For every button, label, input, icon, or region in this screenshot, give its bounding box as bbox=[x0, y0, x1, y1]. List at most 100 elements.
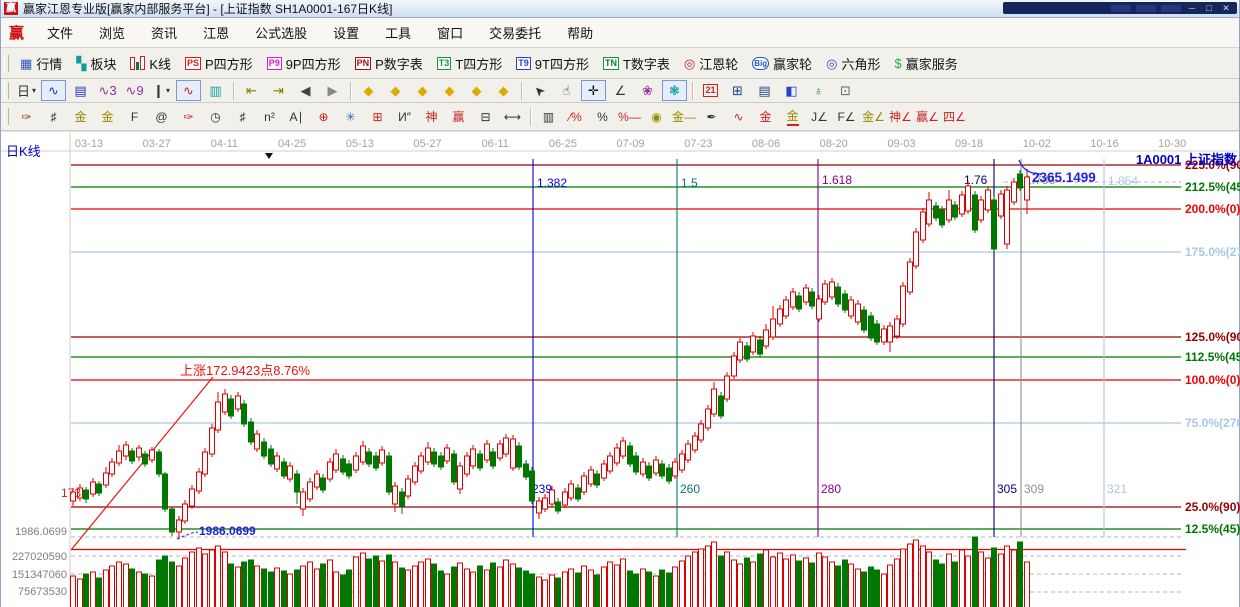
volume-bar[interactable] bbox=[471, 572, 476, 607]
candle[interactable] bbox=[875, 324, 880, 342]
candle[interactable] bbox=[530, 471, 535, 501]
volume-bar[interactable] bbox=[895, 559, 900, 607]
volume-bar[interactable] bbox=[124, 564, 129, 607]
volume-bar[interactable] bbox=[478, 566, 483, 607]
zoom-full-button[interactable]: ◆ bbox=[491, 80, 516, 101]
volume-bar[interactable] bbox=[465, 569, 470, 607]
next-bar-button[interactable]: ▶ bbox=[320, 80, 345, 101]
candle[interactable] bbox=[849, 300, 854, 316]
candle[interactable] bbox=[673, 462, 678, 476]
candle[interactable] bbox=[452, 454, 457, 482]
volume-bar[interactable] bbox=[634, 574, 639, 607]
gold-ruler-b-button[interactable]: 金 bbox=[95, 106, 120, 127]
candle[interactable] bbox=[719, 396, 724, 416]
volume-bar[interactable] bbox=[979, 552, 984, 607]
volume-bar[interactable] bbox=[810, 563, 815, 607]
volume-bar[interactable] bbox=[374, 556, 379, 607]
candle[interactable] bbox=[223, 394, 228, 412]
mirror-a-button[interactable]: A∣ bbox=[284, 106, 309, 127]
chart-area[interactable]: 03-1303-2704-1104-2505-1305-2706-1106-25… bbox=[1, 131, 1239, 607]
candle[interactable] bbox=[784, 300, 789, 316]
volume-bar[interactable] bbox=[84, 574, 89, 607]
kline-style-button[interactable]: 日▾ bbox=[14, 80, 39, 101]
gold-line-button[interactable]: 金― bbox=[671, 106, 697, 127]
volume-bar[interactable] bbox=[458, 563, 463, 607]
candle[interactable] bbox=[374, 456, 379, 468]
volume-bar[interactable] bbox=[177, 566, 182, 607]
j-angle-button[interactable]: J∠ bbox=[807, 106, 832, 127]
percent-button[interactable]: % bbox=[590, 106, 615, 127]
candle[interactable] bbox=[1012, 182, 1017, 202]
menu-item-设置[interactable]: 设置 bbox=[320, 23, 372, 42]
candle[interactable] bbox=[210, 428, 215, 454]
candle[interactable] bbox=[563, 492, 568, 505]
grid-123-button[interactable]: ⊟ bbox=[473, 106, 498, 127]
volume-bar[interactable] bbox=[236, 567, 241, 607]
candle[interactable] bbox=[143, 454, 148, 464]
volume-bar[interactable] bbox=[1025, 562, 1030, 607]
volume-bar[interactable] bbox=[602, 567, 607, 607]
candle[interactable] bbox=[163, 474, 168, 509]
menu-item-公式选股[interactable]: 公式选股 bbox=[242, 23, 320, 42]
candle[interactable] bbox=[406, 479, 411, 496]
candle[interactable] bbox=[960, 195, 965, 214]
minimize-button[interactable]: ─ bbox=[1186, 3, 1198, 13]
wave-brain-button[interactable]: ❃ bbox=[662, 80, 687, 101]
gold-red-line-button[interactable]: 金 bbox=[753, 106, 778, 127]
candle[interactable] bbox=[104, 473, 109, 485]
volume-bar[interactable] bbox=[849, 564, 854, 607]
volume-bar[interactable] bbox=[843, 560, 848, 607]
restore-button[interactable]: □ bbox=[1203, 3, 1215, 13]
9t-square-button[interactable]: T99T四方形 bbox=[509, 54, 596, 73]
scale-ruler-button[interactable]: ▥ bbox=[536, 106, 561, 127]
candle[interactable] bbox=[110, 462, 115, 474]
candle[interactable] bbox=[862, 310, 867, 330]
candle[interactable] bbox=[485, 444, 490, 460]
candle[interactable] bbox=[660, 464, 665, 476]
candle[interactable] bbox=[1005, 190, 1010, 244]
volume-bar[interactable] bbox=[249, 560, 254, 607]
si-angle-button[interactable]: 四∠ bbox=[942, 106, 967, 127]
volume-bar[interactable] bbox=[203, 554, 208, 607]
candle[interactable] bbox=[117, 451, 122, 463]
volume-bar[interactable] bbox=[804, 558, 809, 607]
gold-circle-button[interactable]: ◉ bbox=[644, 106, 669, 127]
candle[interactable] bbox=[615, 448, 620, 463]
candle[interactable] bbox=[569, 484, 574, 498]
volume-bar[interactable] bbox=[719, 556, 724, 607]
spiral-button[interactable]: @ bbox=[149, 106, 174, 127]
volume-bar[interactable] bbox=[836, 566, 841, 607]
candle[interactable] bbox=[432, 452, 437, 464]
gann-flower-button[interactable]: ❀ bbox=[635, 80, 660, 101]
candle-type-button[interactable]: ❙▾ bbox=[149, 80, 174, 101]
volume-bar[interactable] bbox=[771, 557, 776, 607]
p-square-button[interactable]: PSP四方形 bbox=[178, 54, 260, 73]
candle[interactable] bbox=[823, 284, 828, 302]
candle[interactable] bbox=[282, 462, 287, 476]
candle[interactable] bbox=[393, 486, 398, 504]
volume-bar[interactable] bbox=[242, 562, 247, 607]
volume-bar[interactable] bbox=[530, 574, 535, 607]
volume-bar[interactable] bbox=[150, 576, 155, 607]
volume-bar[interactable] bbox=[791, 555, 796, 607]
pct-line-button[interactable]: %― bbox=[617, 106, 642, 127]
candle[interactable] bbox=[216, 402, 221, 430]
volume-bar[interactable] bbox=[262, 569, 267, 607]
candle[interactable] bbox=[328, 462, 333, 479]
volume-bar[interactable] bbox=[621, 559, 626, 607]
gold-angle-button[interactable]: 金∠ bbox=[861, 106, 886, 127]
kline-chart[interactable]: 03-1303-2704-1104-2505-1305-2706-1106-25… bbox=[1, 132, 1240, 607]
volume-bar[interactable] bbox=[170, 562, 175, 607]
candle[interactable] bbox=[582, 476, 587, 492]
volume-bar[interactable] bbox=[712, 542, 717, 607]
candle[interactable] bbox=[732, 356, 737, 376]
volume-bar[interactable] bbox=[537, 577, 542, 607]
bar-ruler-button[interactable]: ♯ bbox=[230, 106, 255, 127]
candle[interactable] bbox=[908, 262, 913, 292]
volume-bar[interactable] bbox=[901, 549, 906, 607]
volume-bar[interactable] bbox=[921, 546, 926, 607]
candle[interactable] bbox=[478, 454, 483, 468]
candle[interactable] bbox=[901, 286, 906, 324]
volume-bar[interactable] bbox=[953, 562, 958, 607]
volume-bar[interactable] bbox=[563, 572, 568, 607]
